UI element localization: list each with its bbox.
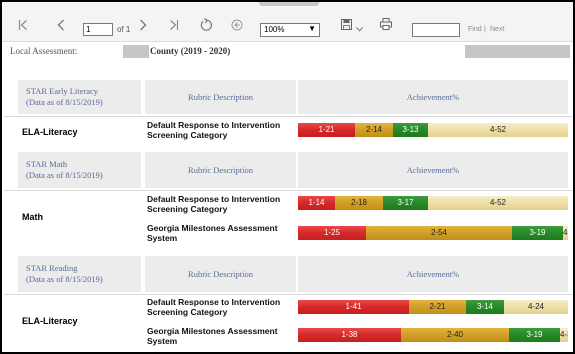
assessment-name: STAR Math <box>26 159 68 169</box>
data-date: (Data as of 8/15/2019) <box>26 274 103 284</box>
find-input[interactable] <box>412 23 460 37</box>
achievement-segment-level-4: 4-2 <box>563 226 568 240</box>
rubric-description: Georgia Milestones Assessment System <box>147 223 278 243</box>
row-divider <box>4 294 573 295</box>
subject-label: Math <box>22 212 43 222</box>
achievement-header-cell: Achievement% <box>298 256 568 292</box>
subject-label: ELA-Literacy <box>22 127 78 137</box>
rubric-header-cell: Rubric Description <box>145 256 296 292</box>
achievement-segment-level-3: 3-17 <box>383 196 428 210</box>
zoom-select[interactable]: 100% ▼ <box>260 23 320 37</box>
achievement-segment-level-1: 1-14 <box>298 196 335 210</box>
back-icon[interactable] <box>231 19 243 34</box>
rubric-description: Georgia Milestones Assessment System <box>147 326 278 346</box>
find-next-link[interactable]: Next <box>490 26 504 33</box>
achievement-segment-level-4: 4-52 <box>428 123 568 137</box>
local-assessment-label: Local Assessment: <box>10 46 78 56</box>
achievement-segment-level-1: 1-38 <box>298 328 401 342</box>
achievement-segment-level-4: 4-3 <box>560 328 568 342</box>
achievement-segment-level-2: 2-54 <box>366 226 512 240</box>
data-date: (Data as of 8/15/2019) <box>26 97 103 107</box>
achievement-header: Achievement% <box>406 92 460 102</box>
print-icon[interactable] <box>380 18 392 33</box>
rubric-description: Default Response to Intervention Screeni… <box>147 194 281 214</box>
achievement-segment-level-4: 4-52 <box>428 196 568 210</box>
assessment-header-cell: STAR Early Literacy (Data as of 8/15/201… <box>18 80 141 114</box>
achievement-bar: 1-382-403-194-3 <box>298 328 568 342</box>
rubric-description: Default Response to Intervention Screeni… <box>147 297 281 317</box>
report-viewer: 1 of 1 100% ▼ Find | Next Local Assessme… <box>0 0 575 354</box>
rubric-header: Rubric Description <box>188 269 253 279</box>
row-divider <box>4 116 573 117</box>
find-separator: | <box>484 26 486 33</box>
achievement-bar: 1-14 2-18 3-17 4-52 <box>298 196 568 210</box>
page-count-label: of 1 <box>117 25 131 34</box>
redacted-block <box>465 45 570 58</box>
last-page-icon[interactable] <box>169 19 179 34</box>
assessment-header-cell: STAR Reading (Data as of 8/15/2019) <box>18 256 141 292</box>
achievement-header-cell: Achievement% <box>298 80 568 114</box>
achievement-header: Achievement% <box>406 165 460 175</box>
achievement-segment-level-2: 2-18 <box>335 196 383 210</box>
save-icon[interactable] <box>341 19 352 33</box>
toolbar-grip[interactable] <box>259 2 319 6</box>
first-page-icon[interactable] <box>18 19 28 34</box>
local-assessment-header: Local Assessment: County (2019 - 2020) <box>4 42 573 62</box>
achievement-segment-level-2: 2-40 <box>401 328 509 342</box>
achievement-segment-level-3: 3-13 <box>393 123 428 137</box>
achievement-segment-level-2: 2-21 <box>409 300 466 314</box>
achievement-segment-level-1: 1-25 <box>298 226 366 240</box>
refresh-icon[interactable] <box>200 18 213 35</box>
data-date: (Data as of 8/15/2019) <box>26 170 103 180</box>
achievement-segment-level-3: 3-14 <box>466 300 504 314</box>
rubric-header-cell: Rubric Description <box>145 152 296 188</box>
achievement-bar: 1-252-543-194-2 <box>298 226 568 240</box>
assessment-name: STAR Early Literacy <box>26 86 99 96</box>
chevron-down-icon: ▼ <box>308 24 316 33</box>
rubric-header-cell: Rubric Description <box>145 80 296 114</box>
previous-page-icon[interactable] <box>57 19 65 34</box>
assessment-name: STAR Reading <box>26 263 78 273</box>
achievement-segment-level-3: 3-19 <box>512 226 563 240</box>
save-dropdown-chevron-icon[interactable] <box>356 21 363 35</box>
subject-label: ELA-Literacy <box>22 316 78 326</box>
assessment-header-cell: STAR Math (Data as of 8/15/2019) <box>18 152 141 188</box>
achievement-segment-level-4: 4-24 <box>504 300 568 314</box>
find-link[interactable]: Find <box>468 26 482 33</box>
achievement-segment-level-1: 1-41 <box>298 300 409 314</box>
achievement-segment-level-3: 3-19 <box>509 328 560 342</box>
report-toolbar: 1 of 1 100% ▼ Find | Next <box>2 2 573 42</box>
achievement-bar: 1-41 2-21 3-14 4-24 <box>298 300 568 314</box>
redacted-block <box>123 45 149 58</box>
achievement-bar: 1-21 2-14 3-13 4-52 <box>298 123 568 137</box>
achievement-segment-level-1: 1-21 <box>298 123 355 137</box>
row-divider <box>4 190 573 191</box>
page-number-input[interactable]: 1 <box>83 23 113 36</box>
achievement-segment-level-2: 2-14 <box>355 123 393 137</box>
next-page-icon[interactable] <box>139 19 147 34</box>
zoom-value: 100% <box>264 25 285 34</box>
county-label: County (2019 - 2020) <box>150 46 231 56</box>
achievement-header: Achievement% <box>406 269 460 279</box>
rubric-header: Rubric Description <box>188 92 253 102</box>
rubric-header: Rubric Description <box>188 165 253 175</box>
rubric-description: Default Response to Intervention Screeni… <box>147 120 281 140</box>
achievement-header-cell: Achievement% <box>298 152 568 188</box>
